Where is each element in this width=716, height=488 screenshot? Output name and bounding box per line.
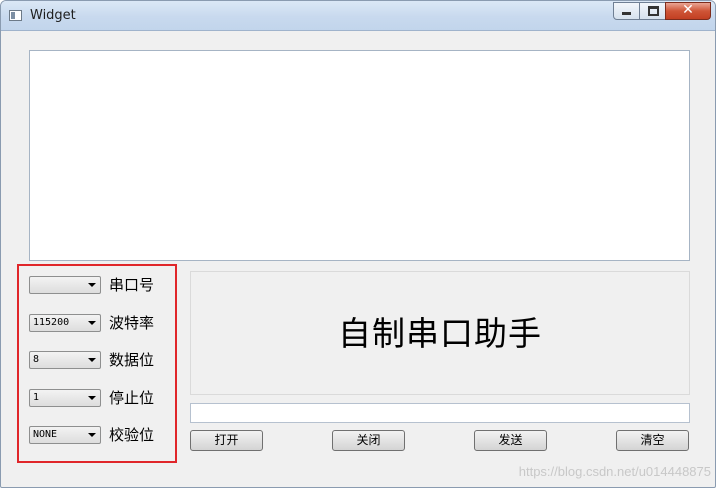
title-banner: 自制串口助手	[190, 271, 690, 395]
data-bits-select-value: 8	[33, 354, 40, 365]
caption-buttons: ✕	[613, 2, 711, 20]
chevron-down-icon	[88, 358, 96, 362]
baud-rate-select[interactable]: 115200	[29, 314, 101, 332]
port-label: 串口号	[109, 276, 155, 294]
close-port-button[interactable]: 关闭	[332, 430, 405, 451]
app-window: Widget ✕ 串口号 115200 波特率 8 数据位 1 停止位 NONE…	[0, 0, 716, 488]
parity-select-value: NONE	[33, 429, 58, 440]
data-bits-select[interactable]: 8	[29, 351, 101, 369]
setting-row-stopbits: 1 停止位	[29, 387, 179, 409]
parity-select[interactable]: NONE	[29, 426, 101, 444]
open-button[interactable]: 打开	[190, 430, 263, 451]
close-button[interactable]: ✕	[665, 2, 711, 20]
window-title: Widget	[30, 8, 76, 23]
maximize-button[interactable]	[639, 2, 666, 20]
serial-settings-panel: 串口号 115200 波特率 8 数据位 1 停止位 NONE 校验位	[17, 264, 177, 463]
window-app-icon	[9, 10, 22, 21]
send-input[interactable]	[190, 403, 690, 423]
stop-bits-select-value: 1	[33, 392, 40, 403]
chevron-down-icon	[88, 283, 96, 287]
minimize-icon	[622, 12, 631, 15]
setting-row-parity: NONE 校验位	[29, 424, 179, 446]
stop-bits-select[interactable]: 1	[29, 389, 101, 407]
parity-label: 校验位	[109, 426, 155, 444]
chevron-down-icon	[88, 321, 96, 325]
watermark: https://blog.csdn.net/u014448875	[518, 464, 711, 479]
setting-row-port: 串口号	[29, 274, 179, 296]
send-button[interactable]: 发送	[474, 430, 547, 451]
minimize-button[interactable]	[613, 2, 640, 20]
baud-rate-select-value: 115200	[33, 317, 70, 328]
chevron-down-icon	[88, 396, 96, 400]
clear-button[interactable]: 清空	[616, 430, 689, 451]
close-icon: ✕	[682, 2, 694, 18]
maximize-icon	[648, 6, 659, 16]
stop-bits-label: 停止位	[109, 389, 155, 407]
client-area: 串口号 115200 波特率 8 数据位 1 停止位 NONE 校验位 自制串口…	[9, 32, 709, 481]
chevron-down-icon	[88, 433, 96, 437]
title-bar[interactable]: Widget ✕	[1, 1, 715, 31]
setting-row-baud: 115200 波特率	[29, 312, 179, 334]
setting-row-databits: 8 数据位	[29, 349, 179, 371]
baud-rate-label: 波特率	[109, 314, 155, 332]
banner-title: 自制串口助手	[338, 314, 542, 353]
receive-text-area[interactable]	[29, 50, 690, 261]
port-select[interactable]	[29, 276, 101, 294]
data-bits-label: 数据位	[109, 351, 155, 369]
